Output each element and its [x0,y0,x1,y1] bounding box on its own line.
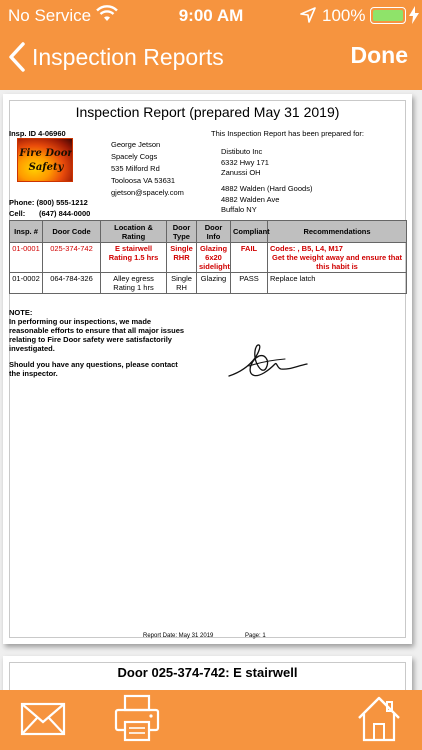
door-type: Single RH [166,272,197,294]
rec-text: Get the weight away and ensure that this… [271,253,403,271]
inspector-city: Tooloosa VA 53631 [111,176,176,185]
compliant-status: FAIL [230,242,268,273]
table-header: Door Code [42,220,101,243]
door-type: Single RHR [166,242,197,273]
nav-bar: No Service 9:00 AM 100% Inspection Repor… [0,0,422,90]
location-rating: Alley egress Rating 1 hrs [100,272,167,294]
logo-text: Fire Door [19,148,73,159]
table-header: Door Type [166,220,197,243]
location: E stairwell [114,244,153,253]
inspection-table: Insp. # Door Code Location & Rating Door… [9,220,407,294]
back-button[interactable]: Inspection Reports [8,40,224,74]
inspector-email: gjetson@spacely.com [111,188,184,197]
client-city: Zanussi OH [221,168,261,177]
location-arrow-icon [300,7,316,23]
page-number: Page: 1 [245,633,266,639]
client-street: 6332 Hwy 171 [221,158,269,167]
location-rating: E stairwell Rating 1.5 hrs [100,242,167,273]
door-code: 025-374-742 [42,242,101,273]
printer-icon[interactable] [114,694,160,744]
mail-icon[interactable] [20,700,66,738]
site-name: 4882 Walden (Hard Goods) [221,184,313,193]
rec-codes: Codes: , B5, L4, M17 [270,244,343,253]
rating: Rating 1.5 hrs [108,253,159,262]
table-row[interactable]: 01-0002 064-784-326 Alley egress Rating … [9,272,407,294]
inspector-street: 535 Milford Rd [111,164,160,173]
note-line: investigated. [9,344,55,353]
inspector-cell-label: Cell: [9,209,26,218]
table-header: Recommendations [267,220,407,243]
fire-door-safety-logo: Fire Door Safety [17,138,73,182]
recommendations: Replace latch [267,272,407,294]
inspector-phone: Phone: (800) 555-1212 [9,198,88,207]
inspector-name: George Jetson [111,140,161,149]
table-header: Door Info [196,220,231,243]
back-button-label: Inspection Reports [32,43,224,70]
report-date: Report Date: May 31 2019 [143,633,214,639]
charging-bolt-icon [409,6,419,24]
report-page[interactable]: Inspection Report (prepared May 31 2019)… [3,94,412,644]
site-city: Buffalo NY [221,205,257,214]
client-name: Distibuto Inc [221,147,263,156]
table-header: Location & Rating [100,220,167,243]
home-icon[interactable] [356,694,402,744]
inspector-company: Spacely Cogs [111,152,158,161]
chevron-left-icon [9,42,25,72]
table-header: Compliant [230,220,270,243]
inspector-signature [228,344,308,377]
table-row[interactable]: 01-0001 025-374-742 E stairwell Rating 1… [9,242,407,273]
note-line: the inspector. [9,369,58,378]
rec-codes: Replace latch [270,274,316,283]
insp-number: 01-0002 [9,272,43,294]
inspector-cell: (647) 844-0000 [39,209,91,218]
location: Alley egress [113,274,154,283]
battery-percent: 100% [322,6,366,25]
logo-text: Safety [28,162,64,173]
report-title: Inspection Report (prepared May 31 2019) [75,104,340,120]
door-info: Glazing [196,272,231,294]
status-bar: No Service 9:00 AM 100% [0,0,422,32]
compliant-status: PASS [230,272,268,294]
table-header: Insp. # [9,220,43,243]
battery-icon [370,7,406,24]
insp-number: 01-0001 [9,242,43,273]
done-button[interactable]: Done [351,42,409,69]
door-section-title: Door 025-374-742: E stairwell [117,665,298,680]
door-code: 064-784-326 [42,272,101,294]
door-info: Glazing 6x20 sidelight [196,242,231,273]
rating: Rating 1 hrs [113,283,154,292]
bottom-toolbar [0,690,422,750]
table-header-row: Insp. # Door Code Location & Rating Door… [9,220,407,243]
recommendations: Codes: , B5, L4, M17 Get the weight away… [267,242,407,273]
prepared-for-heading: This Inspection Report has been prepared… [211,129,365,138]
site-street: 4882 Walden Ave [221,195,280,204]
